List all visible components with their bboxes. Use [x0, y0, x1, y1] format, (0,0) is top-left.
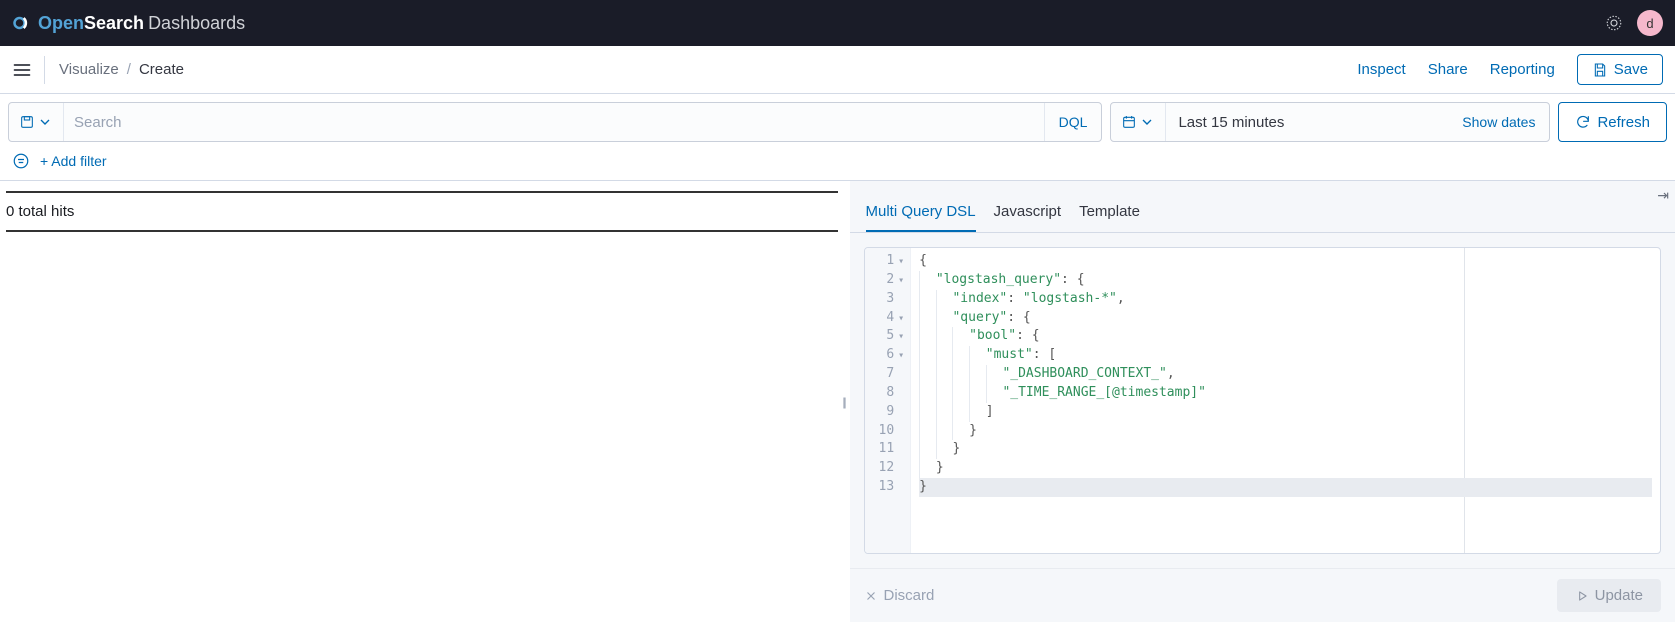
editor-code-area[interactable]: { "logstash_query": { "index": "logstash…	[911, 248, 1660, 553]
dql-toggle[interactable]: DQL	[1044, 103, 1102, 141]
reporting-link[interactable]: Reporting	[1490, 61, 1555, 78]
breadcrumb: Visualize / Create	[59, 61, 184, 78]
inspect-link[interactable]: Inspect	[1357, 61, 1405, 78]
breadcrumb-parent[interactable]: Visualize	[59, 61, 119, 78]
calendar-icon	[1121, 114, 1137, 130]
tab-template[interactable]: Template	[1079, 203, 1140, 232]
update-button[interactable]: Update	[1557, 579, 1661, 612]
discard-label: Discard	[884, 587, 935, 604]
save-button[interactable]: Save	[1577, 54, 1663, 85]
brand-search: Search	[84, 13, 144, 33]
discard-button[interactable]: Discard	[864, 587, 935, 604]
brand-dashboards: Dashboards	[148, 13, 245, 33]
collapse-panel-icon[interactable]: ⇥	[1657, 187, 1669, 204]
results-pane: 0 total hits	[0, 181, 838, 622]
date-quick-select[interactable]	[1111, 103, 1166, 141]
brand-open: Open	[38, 13, 84, 33]
workspace: 0 total hits || ⇥ Multi Query DSL Javasc…	[0, 181, 1675, 622]
play-icon	[1575, 589, 1589, 603]
filter-settings-icon[interactable]	[12, 152, 30, 170]
save-button-label: Save	[1614, 61, 1648, 78]
add-filter-button[interactable]: + Add filter	[40, 153, 107, 169]
refresh-icon	[1575, 114, 1591, 130]
query-bar: DQL Last 15 minutes Show dates Refresh	[0, 94, 1675, 142]
date-range-text[interactable]: Last 15 minutes	[1166, 114, 1448, 131]
editor-actions: Discard Update	[850, 568, 1675, 622]
share-link[interactable]: Share	[1428, 61, 1468, 78]
brand-logo: OpenSearchDashboards	[12, 13, 245, 34]
search-box: DQL	[8, 102, 1102, 142]
tab-javascript[interactable]: Javascript	[994, 203, 1062, 232]
sub-header: Visualize / Create Inspect Share Reporti…	[0, 46, 1675, 94]
save-icon	[1592, 62, 1608, 78]
search-input[interactable]	[64, 103, 1044, 141]
show-dates-link[interactable]: Show dates	[1448, 114, 1549, 130]
disk-icon	[19, 114, 35, 130]
refresh-button-label: Refresh	[1597, 114, 1650, 131]
divider	[44, 56, 45, 84]
total-hits-label: 0 total hits	[6, 191, 838, 232]
breadcrumb-current: Create	[139, 61, 184, 78]
date-picker: Last 15 minutes Show dates	[1110, 102, 1550, 142]
editor-tabs: Multi Query DSL Javascript Template	[850, 181, 1675, 233]
avatar-initial: d	[1646, 16, 1653, 31]
pane-resizer[interactable]: ||	[838, 181, 850, 622]
global-header: OpenSearchDashboards d	[0, 0, 1675, 46]
saved-query-dropdown[interactable]	[9, 103, 64, 141]
editor-pane: ⇥ Multi Query DSL Javascript Template 1▾…	[850, 181, 1675, 622]
chevron-down-icon	[1139, 114, 1155, 130]
close-icon	[864, 589, 878, 603]
filter-bar: + Add filter	[0, 142, 1675, 181]
editor-gutter: 1▾2▾34▾5▾6▾78910111213	[865, 248, 912, 553]
tab-multi-query-dsl[interactable]: Multi Query DSL	[866, 203, 976, 232]
help-icon[interactable]	[1605, 14, 1623, 32]
refresh-button[interactable]: Refresh	[1558, 102, 1667, 142]
nav-toggle-icon[interactable]	[12, 60, 32, 80]
user-avatar[interactable]: d	[1637, 10, 1663, 36]
chevron-down-icon	[37, 114, 53, 130]
code-editor[interactable]: 1▾2▾34▾5▾6▾78910111213 { "logstash_query…	[864, 247, 1662, 554]
opensearch-logo-icon	[12, 13, 32, 33]
update-label: Update	[1595, 587, 1643, 604]
breadcrumb-separator: /	[127, 61, 131, 78]
